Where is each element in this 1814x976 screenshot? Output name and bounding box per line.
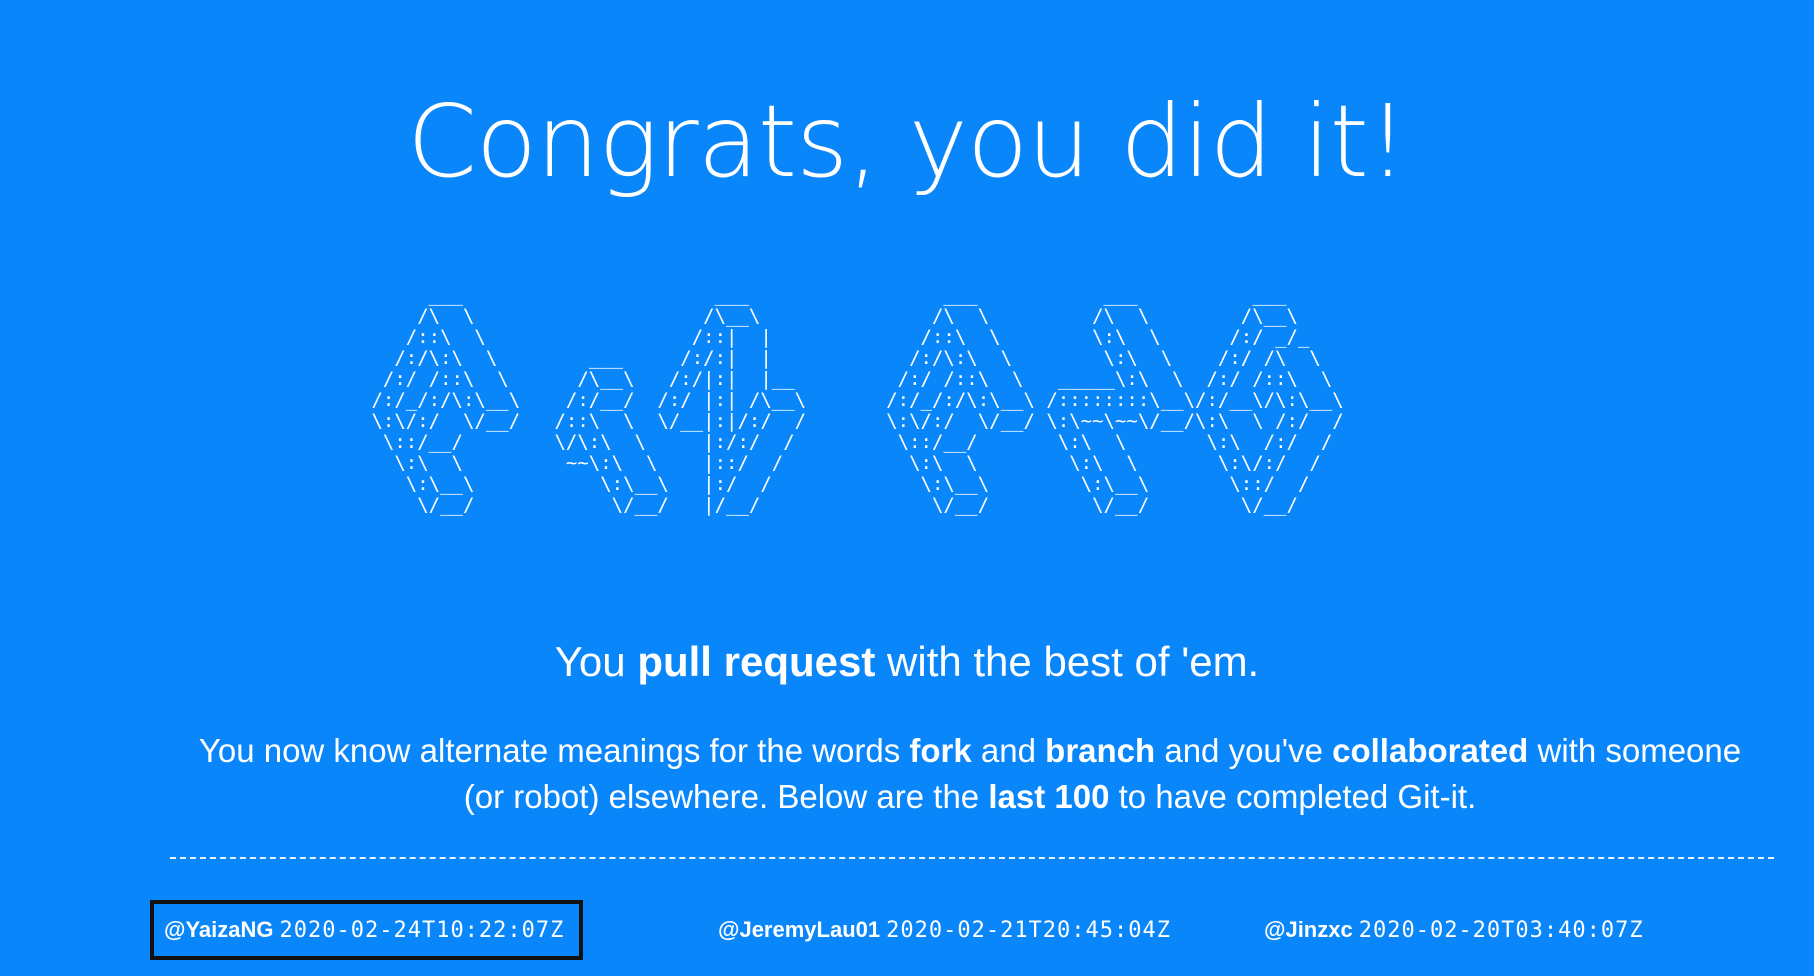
tagline-pre: You: [554, 638, 638, 685]
completer-item[interactable]: @YaizaNG 2020-02-24T10:22:07Z: [150, 900, 583, 960]
tagline-post: with the best of 'em.: [875, 638, 1260, 685]
completer-timestamp: 2020-02-21T20:45:04Z: [886, 917, 1172, 943]
intro-text-1: You now know alternate meanings for the …: [198, 732, 910, 769]
intro-bold-last-100: last 100: [988, 778, 1110, 815]
ascii-art-banner: ___ ___ ___ ___ ___ /\ \ /\__\ /\ \ /\ \…: [371, 284, 1344, 516]
tagline: You pull request with the best of 'em.: [0, 638, 1814, 686]
intro-text-3: and you've: [1155, 732, 1333, 769]
dashed-divider: [170, 857, 1774, 859]
intro-bold-collaborated: collaborated: [1332, 732, 1529, 769]
completer-item[interactable]: @JeremyLau01 2020-02-21T20:45:04Z: [708, 900, 1181, 960]
page-title: Congrats, you did it!: [407, 83, 1408, 200]
intro-bold-branch: branch: [1045, 732, 1156, 769]
completer-handle[interactable]: @Jinzxc: [1264, 917, 1353, 943]
intro-text-5: to have completed Git-it.: [1109, 778, 1477, 815]
completer-timestamp: 2020-02-24T10:22:07Z: [279, 917, 565, 943]
intro-text-2: and: [971, 732, 1046, 769]
completer-timestamp: 2020-02-20T03:40:07Z: [1358, 917, 1644, 943]
congrats-page: Congrats, you did it! ___ ___ ___ ___ __…: [0, 0, 1814, 976]
intro-bold-fork: fork: [909, 732, 972, 769]
intro-paragraph: You now know alternate meanings for the …: [180, 728, 1760, 820]
completer-item[interactable]: @Jinzxc 2020-02-20T03:40:07Z: [1254, 900, 1654, 960]
completers-list: @YaizaNG 2020-02-24T10:22:07Z @JeremyLau…: [0, 900, 1814, 964]
completer-handle[interactable]: @JeremyLau01: [718, 917, 880, 943]
completer-handle[interactable]: @YaizaNG: [164, 917, 274, 943]
tagline-bold: pull request: [637, 638, 876, 685]
